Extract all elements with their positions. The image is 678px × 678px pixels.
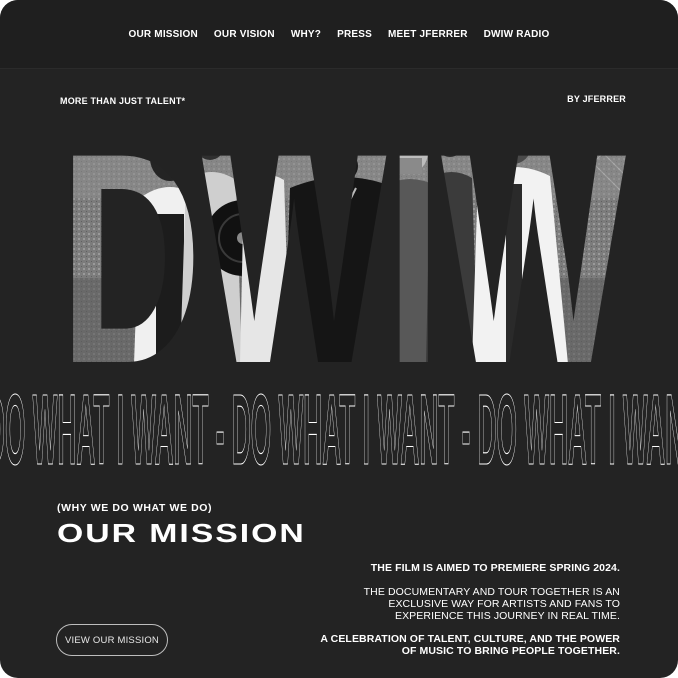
- hero-byline: BY JFERRER: [567, 94, 626, 104]
- view-our-mission-button[interactable]: VIEW OUR MISSION: [56, 624, 168, 656]
- nav-why[interactable]: WHY?: [291, 29, 321, 40]
- hero-tagline: MORE THAN JUST TALENT*: [60, 96, 186, 106]
- dwiw-hero-logo: DWIW: [60, 128, 628, 364]
- page-frame: OUR MISSION OUR VISION WHY? PRESS MEET J…: [0, 0, 678, 678]
- hero-photo: [60, 128, 628, 364]
- marquee-text: DO WHAT I WANT - DO WHAT I WANT - DO WHA…: [0, 378, 678, 468]
- nav-meet-jferrer[interactable]: MEET JFERRER: [388, 29, 468, 40]
- mission-subhead: (WHY WE DO WHAT WE DO): [57, 502, 213, 514]
- marquee-band: DO WHAT I WANT - DO WHAT I WANT - DO WHA…: [0, 378, 678, 468]
- mission-title: OUR MISSION: [57, 518, 306, 548]
- premiere-text: THE FILM IS AIMED TO PREMIERE SPRING 202…: [370, 562, 620, 574]
- nav-our-mission[interactable]: OUR MISSION: [128, 29, 197, 40]
- top-nav: OUR MISSION OUR VISION WHY? PRESS MEET J…: [0, 0, 678, 69]
- nav-our-vision[interactable]: OUR VISION: [214, 29, 275, 40]
- documentary-description: THE DOCUMENTARY AND TOUR TOGETHER IS AN …: [363, 586, 620, 622]
- nav-press[interactable]: PRESS: [337, 29, 372, 40]
- nav-dwiw-radio[interactable]: DWIW RADIO: [484, 29, 550, 40]
- celebration-text: A CELEBRATION OF TALENT, CULTURE, AND TH…: [320, 633, 620, 657]
